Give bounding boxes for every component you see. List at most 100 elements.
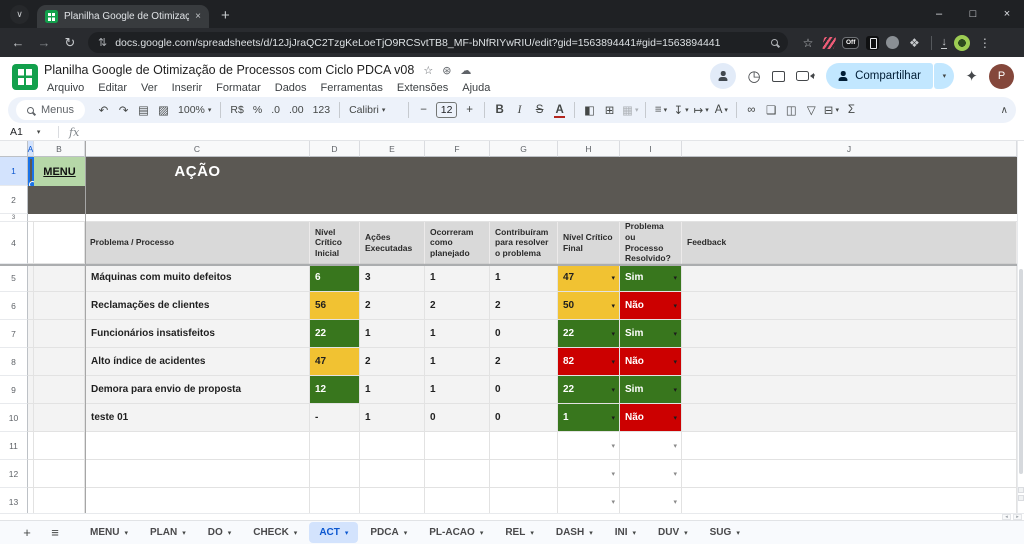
- column-header-J[interactable]: J: [682, 141, 1017, 157]
- dropdown-arrow-icon[interactable]: ▾: [611, 386, 615, 394]
- cell[interactable]: [425, 432, 490, 460]
- cell-ocorreram[interactable]: 2: [425, 292, 490, 320]
- cell[interactable]: [425, 460, 490, 488]
- cell[interactable]: [682, 460, 1017, 488]
- cell-acoes-executadas[interactable]: 2: [360, 292, 425, 320]
- row-header-10[interactable]: 10: [0, 404, 28, 432]
- cell-feedback[interactable]: [682, 348, 1017, 376]
- cell-nivel-inicial[interactable]: 12: [310, 376, 360, 404]
- dropdown-arrow-icon[interactable]: ▾: [611, 442, 615, 450]
- cell-acoes-executadas[interactable]: 3: [360, 264, 425, 292]
- text-wrap-button[interactable]: ↦▾: [692, 100, 711, 120]
- reload-icon[interactable]: ↻: [58, 31, 82, 55]
- table-header-cell[interactable]: Feedback: [682, 222, 1017, 264]
- cell[interactable]: [360, 460, 425, 488]
- menu-ferramentas[interactable]: Ferramentas: [314, 81, 390, 95]
- cell[interactable]: [360, 488, 425, 513]
- sheet-tab-do[interactable]: DO▾: [198, 522, 242, 543]
- table-header-cell[interactable]: Ocorreram como planejado: [425, 222, 490, 264]
- vertical-scrollbar[interactable]: [1017, 141, 1024, 513]
- cell-nivel-final-dropdown[interactable]: 22▾: [558, 376, 620, 404]
- sheet-tab-rel[interactable]: REL▾: [495, 522, 544, 543]
- row-header-1[interactable]: 1: [0, 157, 28, 186]
- meet-call-button[interactable]: ▾: [796, 71, 816, 81]
- strikethrough-button[interactable]: S: [530, 100, 549, 120]
- redo-icon[interactable]: ↷: [114, 100, 133, 120]
- menu-extensões[interactable]: Extensões: [390, 81, 455, 95]
- cell[interactable]: [360, 432, 425, 460]
- cell[interactable]: [682, 488, 1017, 513]
- menu-arquivo[interactable]: Arquivo: [40, 81, 91, 95]
- tab-close-icon[interactable]: ×: [195, 11, 201, 22]
- banner-strip[interactable]: [28, 186, 1017, 214]
- font-select[interactable]: Calibri▾: [345, 100, 403, 120]
- cell-acoes-executadas[interactable]: 2: [360, 348, 425, 376]
- table-header-cell[interactable]: Nível Crítico Final: [558, 222, 620, 264]
- dropdown-arrow-icon[interactable]: ▾: [611, 330, 615, 338]
- address-bar[interactable]: ⇅ docs.google.com/spreadsheets/d/12JjJra…: [88, 32, 788, 53]
- cell-dropdown[interactable]: ▾: [620, 488, 682, 513]
- dropdown-arrow-icon[interactable]: ▾: [673, 498, 677, 506]
- column-header-G[interactable]: G: [490, 141, 558, 157]
- dropdown-arrow-icon[interactable]: ▾: [673, 274, 677, 282]
- sheet-tab-dash[interactable]: DASH▾: [546, 522, 603, 543]
- cell[interactable]: [34, 222, 85, 264]
- all-sheets-icon[interactable]: ≡: [42, 521, 68, 544]
- row-header-8[interactable]: 8: [0, 348, 28, 376]
- menu-inserir[interactable]: Inserir: [165, 81, 210, 95]
- cell[interactable]: [34, 488, 85, 513]
- cell-problema[interactable]: Máquinas com muito defeitos: [85, 264, 310, 292]
- cell-problema[interactable]: Reclamações de clientes: [85, 292, 310, 320]
- name-box[interactable]: A1 ▾: [0, 126, 58, 138]
- sheet-tab-pdca[interactable]: PDCA▾: [360, 522, 417, 543]
- merge-cells-button[interactable]: ▦▾: [620, 100, 640, 120]
- cell-nivel-final-dropdown[interactable]: 47▾: [558, 264, 620, 292]
- column-header-B[interactable]: B: [34, 141, 85, 157]
- menu-formatar[interactable]: Formatar: [209, 81, 268, 95]
- cell-nivel-inicial[interactable]: 56: [310, 292, 360, 320]
- share-button[interactable]: Compartilhar: [826, 63, 933, 89]
- table-header-cell[interactable]: Problema / Processo: [85, 222, 310, 264]
- cell-nivel-inicial[interactable]: 6: [310, 264, 360, 292]
- cell-acoes-executadas[interactable]: 1: [360, 404, 425, 432]
- row-header-6[interactable]: 6: [0, 292, 28, 320]
- version-history-icon[interactable]: ◷: [747, 67, 760, 85]
- cell[interactable]: [34, 320, 85, 348]
- dropdown-arrow-icon[interactable]: ▾: [611, 498, 615, 506]
- increase-decimals-button[interactable]: .00: [285, 100, 308, 120]
- column-header-C[interactable]: C: [85, 141, 310, 157]
- cell-problema[interactable]: Alto índice de acidentes: [85, 348, 310, 376]
- dropdown-arrow-icon[interactable]: ▾: [673, 386, 677, 394]
- table-header-cell[interactable]: Ações Executadas: [360, 222, 425, 264]
- menu-cell[interactable]: MENU: [34, 157, 85, 186]
- cell-problema[interactable]: Demora para envio de proposta: [85, 376, 310, 404]
- cell-resolvido-dropdown[interactable]: Não▾: [620, 292, 682, 320]
- cell-dropdown[interactable]: ▾: [558, 488, 620, 513]
- menu-ajuda[interactable]: Ajuda: [455, 81, 497, 95]
- dropdown-arrow-icon[interactable]: ▾: [673, 302, 677, 310]
- dropdown-arrow-icon[interactable]: ▾: [673, 330, 677, 338]
- cell-resolvido-dropdown[interactable]: Não▾: [620, 348, 682, 376]
- cell[interactable]: [682, 432, 1017, 460]
- cell-contribuiram[interactable]: 2: [490, 348, 558, 376]
- cell-ocorreram[interactable]: 1: [425, 376, 490, 404]
- download-icon[interactable]: ↓: [941, 37, 947, 49]
- text-color-button[interactable]: A: [550, 100, 569, 120]
- insert-link-button[interactable]: ∞: [742, 100, 761, 120]
- vertical-align-button[interactable]: ↧▾: [671, 100, 690, 120]
- cell-dropdown[interactable]: ▾: [620, 432, 682, 460]
- cell-resolvido-dropdown[interactable]: Sim▾: [620, 376, 682, 404]
- sheet-tab-sug[interactable]: SUG▾: [700, 522, 750, 543]
- cell-contribuiram[interactable]: 0: [490, 376, 558, 404]
- print-icon[interactable]: ▤: [134, 100, 153, 120]
- zoom-select[interactable]: 100%▾: [174, 100, 215, 120]
- table-views-button[interactable]: ⊟▾: [822, 100, 841, 120]
- cell-feedback[interactable]: [682, 404, 1017, 432]
- currency-format-button[interactable]: R$: [226, 100, 247, 120]
- cell-contribuiram[interactable]: 2: [490, 292, 558, 320]
- chrome-profile-avatar[interactable]: [954, 35, 970, 51]
- cell-nivel-inicial[interactable]: -: [310, 404, 360, 432]
- decrease-font-size-button[interactable]: −: [414, 100, 433, 120]
- sheet-tab-pl-acao[interactable]: PL-ACAO▾: [419, 522, 493, 543]
- row-header-13[interactable]: 13: [0, 488, 28, 513]
